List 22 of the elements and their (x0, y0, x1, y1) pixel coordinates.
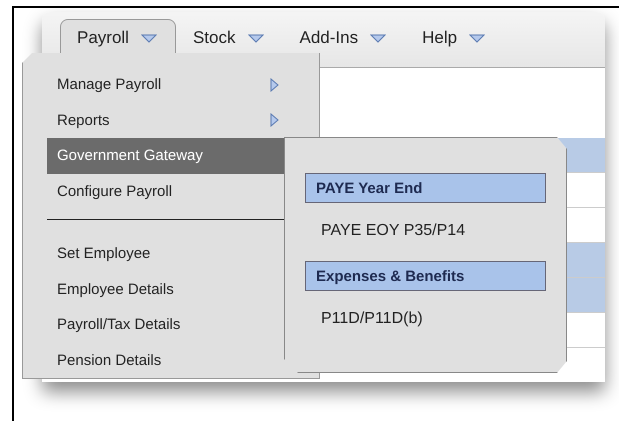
caret-down-icon (248, 34, 264, 42)
menu-item[interactable]: P11D/P11D(b) (305, 289, 546, 349)
section-header: PAYE Year End (305, 173, 546, 203)
caret-down-icon (469, 34, 486, 42)
menu-item[interactable]: Configure Payroll (47, 174, 287, 209)
menu-item[interactable]: Pension Details (47, 342, 287, 378)
caret-down-icon (140, 34, 157, 42)
menu-item[interactable]: Set Employee (47, 236, 287, 272)
menu-tab[interactable]: Help (405, 19, 504, 57)
menu-item[interactable]: Payroll/Tax Details (47, 306, 287, 342)
menu-item[interactable]: Government Gateway (47, 138, 287, 174)
caret-right-icon (270, 113, 279, 128)
menu-item[interactable]: PAYE EOY P35/P14 (305, 201, 546, 261)
menu-item[interactable]: Employee Details (47, 271, 287, 307)
caret-right-icon (270, 78, 279, 92)
section-header: Expenses & Benefits (305, 261, 546, 291)
menu-tab[interactable]: Stock (176, 19, 282, 57)
caret-down-icon (370, 34, 386, 42)
menu-tab[interactable]: Payroll (60, 19, 176, 56)
menu-tab[interactable]: Add-Ins (282, 19, 406, 57)
menu-item[interactable]: Reports (47, 102, 287, 138)
menu-item[interactable]: Manage Payroll (47, 67, 287, 102)
